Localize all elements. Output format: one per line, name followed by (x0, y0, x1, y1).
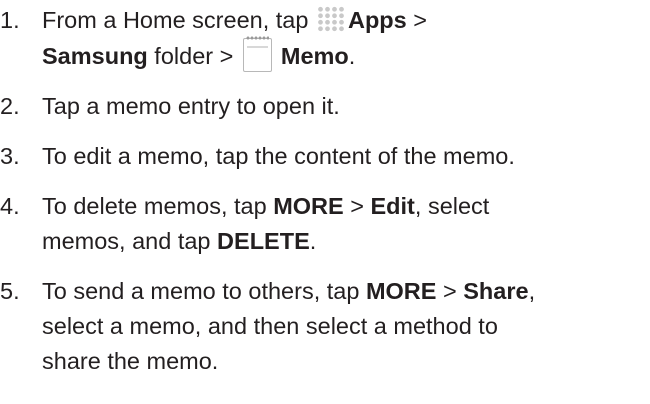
step-5: 5. To send a memo to others, tap MORE > … (0, 274, 650, 379)
step-text-fragment: folder > (147, 43, 240, 69)
step-number: 5. (0, 278, 20, 304)
step-text-fragment: . (348, 43, 356, 69)
step-text-fragment: , select (414, 193, 490, 219)
step-number: 2. (0, 93, 20, 119)
step-4: 4. To delete memos, tap MORE > Edit, sel… (0, 189, 650, 259)
step-text-fragment: To delete memos, tap (42, 193, 274, 219)
step-text-fragment: > (343, 193, 371, 219)
step-text-fragment: From a Home screen, tap (42, 7, 315, 33)
step-text-fragment: . (309, 228, 317, 254)
more-label: MORE (273, 193, 344, 219)
memo-label: Memo (280, 43, 349, 69)
step-number: 1. (0, 7, 20, 33)
memo-icon (242, 35, 272, 72)
step-text-fragment: memos, and tap (42, 228, 218, 254)
delete-label: DELETE (217, 228, 310, 254)
step-text: To delete memos, tap MORE > Edit, select… (42, 189, 650, 259)
step-number: 4. (0, 193, 20, 219)
edit-label: Edit (370, 193, 415, 219)
apps-icon (316, 6, 345, 32)
step-3: 3. To edit a memo, tap the content of th… (0, 139, 650, 174)
step-text-fragment: select a memo, and then select a method … (42, 313, 498, 339)
step-text-fragment: > (436, 278, 464, 304)
step-text: From a Home screen, tap Apps > Samsung f… (42, 3, 650, 74)
step-text-fragment: , (528, 278, 536, 304)
share-label: Share (463, 278, 529, 304)
step-text-fragment: To send a memo to others, tap (42, 278, 366, 304)
more-label: MORE (365, 278, 437, 304)
step-1: 1. From a Home screen, tap Apps > Samsun… (0, 3, 650, 74)
step-text-fragment: share the memo. (42, 348, 219, 374)
samsung-label: Samsung (42, 43, 148, 69)
step-text: Tap a memo entry to open it. (42, 93, 340, 119)
step-text-fragment: > (406, 7, 427, 33)
apps-label: Apps (347, 7, 407, 33)
step-2: 2. Tap a memo entry to open it. (0, 89, 650, 124)
step-text: To send a memo to others, tap MORE > Sha… (42, 274, 650, 379)
step-number: 3. (0, 143, 20, 169)
instruction-steps: 1. From a Home screen, tap Apps > Samsun… (0, 0, 650, 379)
step-text: To edit a memo, tap the content of the m… (42, 143, 515, 169)
